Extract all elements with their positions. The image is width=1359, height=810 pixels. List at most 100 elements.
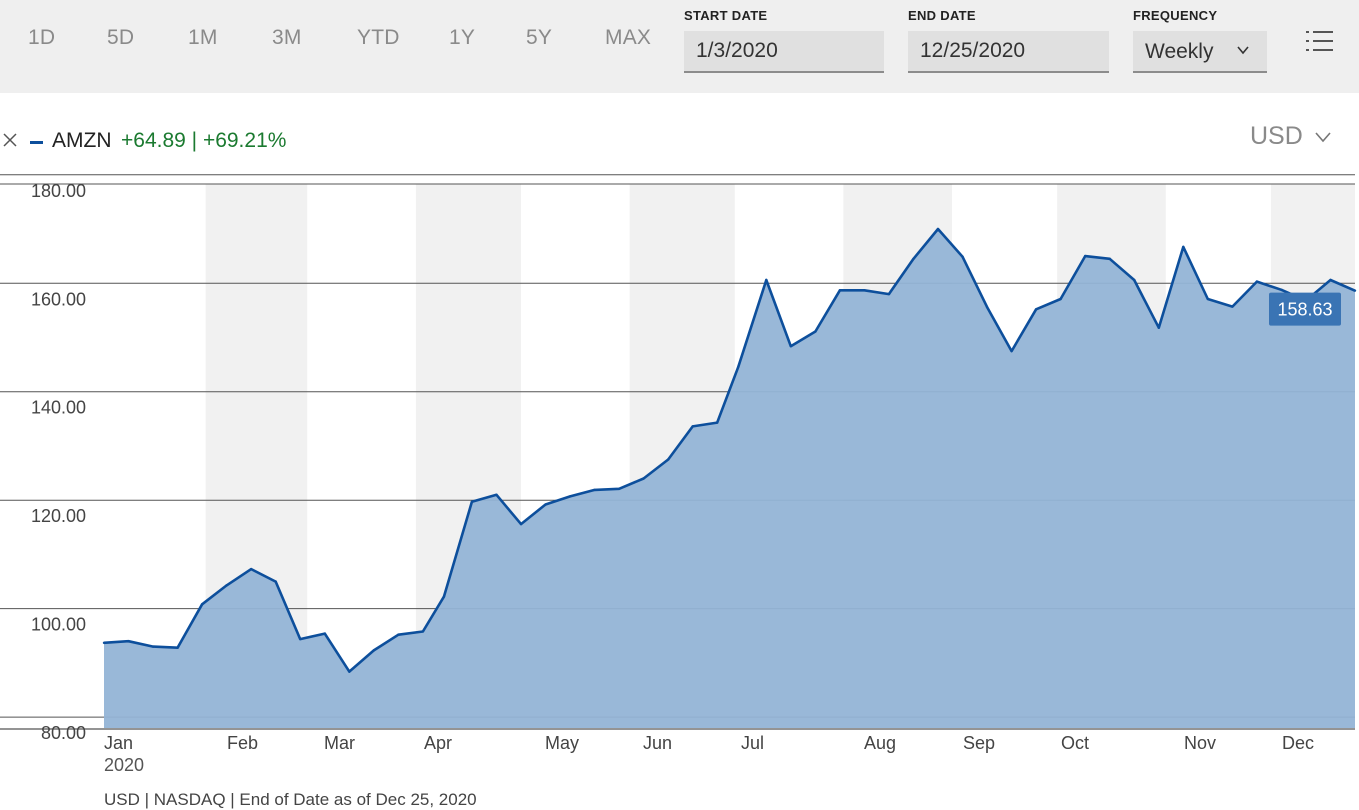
chevron-down-icon bbox=[1237, 42, 1249, 60]
range-3m-button[interactable]: 3M bbox=[272, 26, 302, 50]
data-point bbox=[470, 500, 474, 504]
x-tick-label: Nov bbox=[1184, 733, 1216, 753]
data-point bbox=[765, 278, 768, 282]
data-point bbox=[495, 493, 498, 496]
price-chart: 80.00 100.00 120.00 140.00 160.00 180.00 Jan F… bbox=[0, 174, 1357, 775]
range-5d-button[interactable]: 5D bbox=[107, 26, 134, 50]
chart-footer: USD | NASDAQ | End of Date as of Dec 25,… bbox=[104, 790, 477, 809]
data-point bbox=[936, 227, 940, 231]
data-point bbox=[1010, 349, 1013, 353]
x-tick-label: Apr bbox=[424, 733, 452, 753]
range-max-button[interactable]: MAX bbox=[605, 26, 651, 50]
close-icon[interactable] bbox=[2, 128, 20, 150]
end-date-input[interactable] bbox=[908, 31, 1109, 73]
series-swatch bbox=[30, 141, 43, 144]
data-point bbox=[102, 641, 106, 645]
y-tick-label: 80.00 bbox=[41, 723, 86, 743]
data-point bbox=[838, 289, 842, 292]
x-tick-label: Sep bbox=[963, 733, 995, 753]
data-point bbox=[737, 365, 740, 368]
data-point bbox=[1353, 289, 1357, 292]
last-value-text: 158.63 bbox=[1277, 300, 1332, 320]
x-tick-label: Jun bbox=[643, 733, 672, 753]
y-tick-label: 100.00 bbox=[31, 615, 86, 635]
data-point bbox=[1231, 305, 1234, 308]
range-5y-button[interactable]: 5Y bbox=[526, 26, 552, 50]
data-point bbox=[1083, 254, 1087, 258]
frequency-value: Weekly bbox=[1145, 40, 1214, 63]
data-point bbox=[225, 584, 228, 587]
data-point bbox=[887, 292, 891, 296]
data-point bbox=[519, 522, 523, 526]
start-date-input[interactable] bbox=[684, 31, 884, 73]
data-point bbox=[1157, 326, 1160, 329]
data-point bbox=[323, 632, 326, 635]
chevron-down-icon[interactable] bbox=[1314, 124, 1332, 150]
data-point bbox=[200, 603, 204, 606]
data-point bbox=[1255, 280, 1259, 283]
data-point bbox=[1034, 308, 1038, 311]
x-axis-labels: Jan Feb Mar Apr May Jun Jul Aug Sep Oct Nov Dec 2020 bbox=[104, 733, 1314, 775]
list-menu-icon[interactable] bbox=[1306, 29, 1334, 53]
data-point bbox=[249, 567, 253, 571]
data-point bbox=[1108, 257, 1111, 261]
data-point bbox=[961, 255, 964, 258]
data-point bbox=[176, 646, 179, 649]
y-tick-label: 160.00 bbox=[31, 289, 86, 309]
data-point bbox=[372, 649, 376, 652]
data-point bbox=[127, 640, 130, 643]
data-point bbox=[421, 630, 425, 633]
data-point bbox=[1206, 297, 1210, 301]
range-1y-button[interactable]: 1Y bbox=[449, 26, 475, 50]
x-year-label: 2020 bbox=[104, 755, 144, 775]
data-point bbox=[863, 289, 866, 292]
y-tick-label: 120.00 bbox=[31, 506, 86, 526]
data-point bbox=[274, 580, 277, 583]
data-point bbox=[1329, 278, 1332, 282]
x-tick-label: May bbox=[545, 733, 579, 753]
data-point bbox=[716, 421, 719, 424]
frequency-label: FREQUENCY bbox=[1133, 8, 1218, 23]
chart-toolbar: 1D 5D 1M 3M YTD 1Y 5Y MAX START DATE END… bbox=[0, 0, 1359, 93]
data-point bbox=[348, 670, 351, 673]
x-tick-label: Aug bbox=[864, 733, 896, 753]
data-point bbox=[814, 330, 817, 333]
data-point bbox=[544, 503, 547, 506]
chart-legend: AMZN +64.89 | +69.21% bbox=[0, 124, 1359, 158]
data-point bbox=[1059, 297, 1062, 301]
range-ytd-button[interactable]: YTD bbox=[357, 26, 400, 50]
frequency-select[interactable]: Weekly bbox=[1133, 31, 1267, 73]
range-1d-button[interactable]: 1D bbox=[28, 26, 55, 50]
x-tick-label: Dec bbox=[1282, 733, 1314, 753]
x-tick-label: Jul bbox=[741, 733, 764, 753]
y-tick-label: 140.00 bbox=[31, 398, 86, 418]
data-point bbox=[666, 458, 670, 461]
x-tick-label: Mar bbox=[324, 733, 355, 753]
data-point bbox=[1280, 288, 1283, 291]
end-date-label: END DATE bbox=[908, 8, 976, 23]
currency-select[interactable]: USD bbox=[1250, 122, 1303, 151]
data-point bbox=[442, 595, 446, 598]
range-1m-button[interactable]: 1M bbox=[188, 26, 218, 50]
data-point bbox=[642, 477, 645, 480]
ticker-symbol: AMZN bbox=[52, 129, 112, 152]
data-point bbox=[912, 257, 915, 261]
data-point bbox=[691, 425, 694, 428]
x-tick-label: Feb bbox=[227, 733, 258, 753]
y-axis-labels: 80.00 100.00 120.00 140.00 160.00 180.00 bbox=[31, 181, 86, 743]
data-point bbox=[617, 487, 621, 491]
data-point bbox=[985, 305, 989, 309]
start-date-label: START DATE bbox=[684, 8, 768, 23]
last-value-label: 158.63 bbox=[1269, 292, 1341, 326]
data-point bbox=[299, 637, 302, 641]
data-point bbox=[1133, 278, 1136, 282]
data-point bbox=[397, 633, 400, 636]
data-point bbox=[789, 344, 793, 348]
x-tick-label: Jan bbox=[104, 733, 133, 753]
data-point bbox=[1182, 245, 1185, 249]
y-tick-label: 180.00 bbox=[31, 181, 86, 201]
data-point bbox=[593, 488, 596, 492]
price-change: +64.89 | +69.21% bbox=[121, 129, 287, 152]
data-point bbox=[151, 645, 155, 648]
data-point bbox=[568, 495, 572, 498]
